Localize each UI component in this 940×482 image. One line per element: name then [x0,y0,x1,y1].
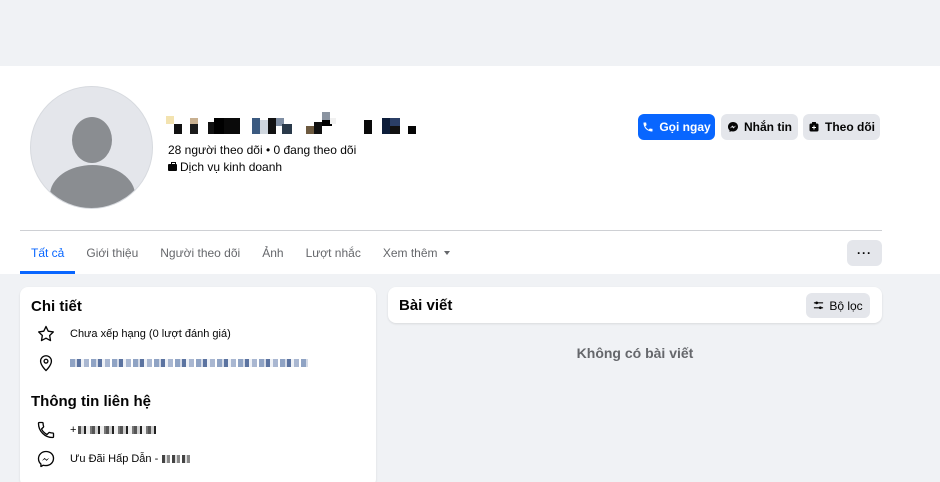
tab-followers[interactable]: Người theo dõi [149,232,251,274]
messenger-row[interactable]: Ưu Đãi Hấp Dẫn - [36,449,193,469]
posts-title: Bài viết [399,297,453,314]
cover-area [0,0,905,66]
page-name-pixelated [166,112,420,138]
phone-icon [643,122,653,132]
messenger-text: Ưu Đãi Hấp Dẫn - [70,453,159,465]
details-card: Chi tiết Chưa xếp hạng (0 lượt đánh giá)… [20,287,376,482]
star-icon [38,325,54,342]
messenger-icon [37,450,55,468]
profile-avatar[interactable] [30,86,153,209]
call-now-button[interactable]: Gọi ngay [638,114,715,140]
rating-text: Chưa xếp hạng (0 lượt đánh giá) [70,328,231,340]
phone-row[interactable]: + [36,420,157,440]
posts-card: Bài viết Bộ lọc [388,287,882,323]
rating-row: Chưa xếp hạng (0 lượt đánh giá) [36,324,231,344]
phone-pixelated [78,426,157,434]
address-row[interactable] [36,353,308,373]
avatar-body-shape [50,165,135,208]
follow-icon [809,122,819,132]
location-pin-icon [39,355,53,372]
tab-see-more[interactable]: Xem thêm [372,232,461,274]
chevron-down-icon [443,251,450,255]
followers-count[interactable]: 28 người theo dõi • 0 đang theo dõi [168,143,356,157]
filter-sliders-icon [814,301,824,310]
tab-about-label: Giới thiệu [86,246,139,260]
tab-see-more-label: Xem thêm [382,246,438,260]
address-pixelated [70,359,308,367]
tab-photos-label: Ảnh [262,246,284,260]
messenger-icon [728,122,738,132]
contact-info-title: Thông tin liên hệ [31,393,151,410]
tab-mentions-label: Lượt nhắc [305,246,361,260]
tab-all-label: Tất cả [31,246,65,260]
follow-button[interactable]: Theo dõi [803,114,880,140]
follow-label: Theo dõi [825,120,875,134]
filter-label: Bộ lọc [829,298,863,313]
tab-followers-label: Người theo dõi [160,246,241,260]
header-divider [20,230,882,231]
avatar-head-shape [72,117,112,163]
tab-about[interactable]: Giới thiệu [75,232,149,274]
phone-prefix: + [70,424,77,436]
messenger-pixelated [162,455,193,463]
call-now-label: Gọi ngay [659,120,711,134]
more-options-button[interactable]: ··· [847,240,882,266]
profile-tabs: Tất cả Giới thiệu Người theo dõi Ảnh Lượ… [20,232,461,274]
tab-all[interactable]: Tất cả [20,232,76,274]
tab-photos[interactable]: Ảnh [251,232,294,274]
message-button[interactable]: Nhắn tin [721,114,798,140]
page-category-label: Dịch vụ kinh doanh [180,160,283,174]
message-label: Nhắn tin [744,120,792,134]
messenger-contact: Ưu Đãi Hấp Dẫn - [70,453,193,465]
no-posts-message: Không có bài viết [576,345,694,361]
phone-number: + [70,424,157,436]
details-title: Chi tiết [31,298,82,315]
phone-icon [37,421,55,439]
page-category: Dịch vụ kinh doanh [168,160,282,174]
briefcase-icon [168,161,177,171]
tab-mentions[interactable]: Lượt nhắc [295,232,372,274]
filter-button[interactable]: Bộ lọc [806,293,870,318]
